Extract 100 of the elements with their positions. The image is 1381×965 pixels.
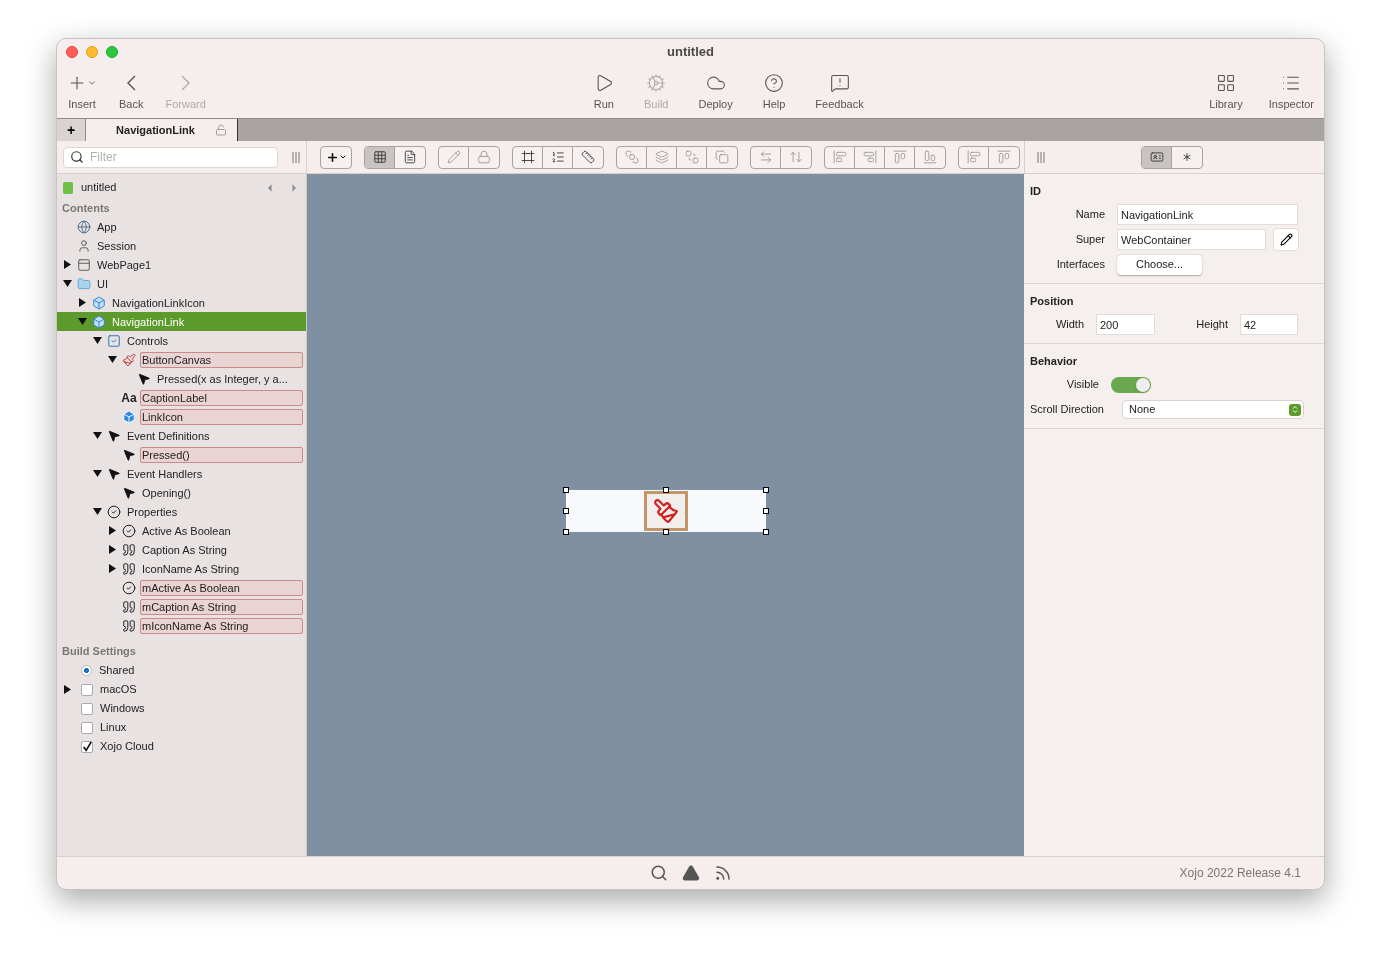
resize-handle[interactable] — [762, 508, 769, 514]
text-field[interactable]: WebContainer — [1117, 229, 1266, 250]
field-label: Name — [1074, 207, 1106, 223]
splitter-grip-icon[interactable] — [292, 151, 300, 163]
expanded-triangle-icon[interactable] — [93, 507, 102, 516]
tree-label: NavigationLinkIcon — [111, 295, 206, 311]
splitter-grip-icon[interactable] — [1037, 151, 1045, 163]
container-outline[interactable] — [565, 490, 766, 532]
collapsed-triangle-icon[interactable] — [108, 545, 117, 554]
filter-input[interactable]: Filter — [90, 148, 271, 166]
tree-row[interactable]: Properties — [57, 502, 306, 521]
expanded-triangle-icon[interactable] — [108, 355, 117, 364]
search-icon — [70, 150, 84, 164]
checkbox[interactable] — [81, 721, 93, 734]
collapsed-triangle-icon[interactable] — [108, 526, 117, 535]
fit-width-icon — [758, 150, 773, 164]
tree-row[interactable]: Event Definitions — [57, 426, 306, 445]
resize-handle[interactable] — [662, 487, 669, 493]
add-dropdown-button[interactable] — [320, 145, 352, 169]
radio-button[interactable] — [81, 665, 92, 676]
collapsed-triangle-icon[interactable] — [108, 564, 117, 573]
layers-icon — [654, 150, 669, 164]
text-field[interactable]: NavigationLink — [1117, 204, 1298, 225]
resize-handle[interactable] — [562, 508, 569, 514]
add-tab-button[interactable]: + — [57, 119, 86, 141]
tree-row[interactable]: mIconName As String — [57, 616, 306, 635]
tree-row[interactable]: IconName As String — [57, 559, 306, 578]
toolbar-button[interactable]: Run — [589, 71, 618, 110]
toolbar-button[interactable]: Feedback — [811, 71, 868, 110]
toolbar-button[interactable]: Deploy — [694, 71, 737, 110]
project-name: untitled — [81, 180, 117, 196]
stack-icon — [715, 150, 729, 164]
pointer-icon — [122, 447, 136, 462]
tree-row[interactable]: ButtonCanvas — [57, 350, 306, 369]
tree-row[interactable]: App — [57, 217, 306, 236]
tree-label: App — [96, 219, 118, 235]
tree-row[interactable]: Active As Boolean — [57, 521, 306, 540]
tree-row[interactable]: UI — [57, 274, 306, 293]
resize-handle[interactable] — [762, 487, 769, 493]
folder-icon — [77, 276, 91, 291]
scroll-direction-select[interactable]: None — [1123, 401, 1303, 418]
tree-row[interactable]: mCaption As String — [57, 597, 306, 616]
toolbar-button[interactable]: Inspector — [1264, 71, 1318, 110]
text-field[interactable]: 200 — [1096, 314, 1155, 335]
tree-row[interactable]: Pressed() — [57, 445, 306, 464]
version-label: Xojo 2022 Release 4.1 — [1179, 865, 1301, 882]
collapsed-triangle-icon[interactable] — [63, 685, 72, 694]
id-tab[interactable] — [1142, 146, 1172, 168]
tree-row[interactable]: NavigationLinkIcon — [57, 293, 306, 312]
toolbar-button[interactable]: Help — [758, 71, 790, 110]
paintbrush-icon — [652, 498, 679, 524]
tree-row[interactable]: Session — [57, 236, 306, 255]
unlocked-icon — [214, 124, 227, 136]
grid-view-button[interactable] — [365, 146, 395, 168]
expanded-triangle-icon[interactable] — [93, 469, 102, 478]
tree-label: IconName As String — [141, 561, 241, 577]
pencil-icon — [446, 150, 461, 164]
toolbar-button[interactable]: Back — [115, 71, 148, 110]
tree-row[interactable]: mActive As Boolean — [57, 578, 306, 597]
grid-icon — [1215, 73, 1236, 93]
close-button[interactable] — [66, 46, 78, 58]
resize-handle[interactable] — [562, 529, 569, 535]
section-heading: Build Settings — [61, 644, 137, 659]
edit-button[interactable] — [1274, 229, 1298, 250]
tree-label: Properties — [126, 504, 179, 520]
checkbox[interactable] — [81, 740, 93, 753]
zoom-button[interactable] — [106, 46, 118, 58]
resize-handle[interactable] — [762, 529, 769, 535]
tree-row[interactable]: Event Handlers — [57, 464, 306, 483]
filter-field[interactable]: Filter — [63, 146, 278, 168]
grid-view-icon — [372, 150, 387, 164]
collapsed-triangle-icon[interactable] — [78, 298, 87, 307]
expanded-triangle-icon[interactable] — [93, 336, 102, 345]
choose-button[interactable]: Choose... — [1117, 254, 1202, 275]
tree-label: CaptionLabel — [140, 389, 303, 406]
warning-icon[interactable] — [681, 864, 700, 882]
collapsed-triangle-icon[interactable] — [63, 260, 72, 269]
resize-handle[interactable] — [562, 487, 569, 493]
feed-icon[interactable] — [713, 864, 732, 882]
expanded-triangle-icon[interactable] — [63, 279, 72, 288]
visible-switch[interactable] — [1111, 376, 1151, 393]
checkbox[interactable] — [81, 702, 93, 715]
tree-row[interactable]: Controls — [57, 331, 306, 350]
resize-handle[interactable] — [662, 529, 669, 535]
toolbar-button[interactable]: Library — [1205, 71, 1247, 110]
caret-icon — [87, 78, 97, 88]
tree-row[interactable]: WebPage1 — [57, 255, 306, 274]
tree-row[interactable]: Aa CaptionLabel — [57, 388, 306, 407]
checkbox[interactable] — [81, 683, 93, 696]
text-field[interactable]: 42 — [1240, 314, 1298, 335]
editor-tab[interactable]: NavigationLink — [86, 119, 238, 141]
toolbar-button[interactable]: Insert — [63, 71, 101, 110]
tree-row[interactable]: Pressed(x as Integer, y a... — [57, 369, 306, 388]
tree-row[interactable]: LinkIcon — [57, 407, 306, 426]
tree-row[interactable]: Caption As String — [57, 540, 306, 559]
cube-icon — [92, 295, 106, 310]
search-icon[interactable] — [649, 864, 668, 882]
expanded-triangle-icon[interactable] — [93, 431, 102, 440]
project-icon — [63, 181, 73, 194]
tree-row[interactable]: Opening() — [57, 483, 306, 502]
